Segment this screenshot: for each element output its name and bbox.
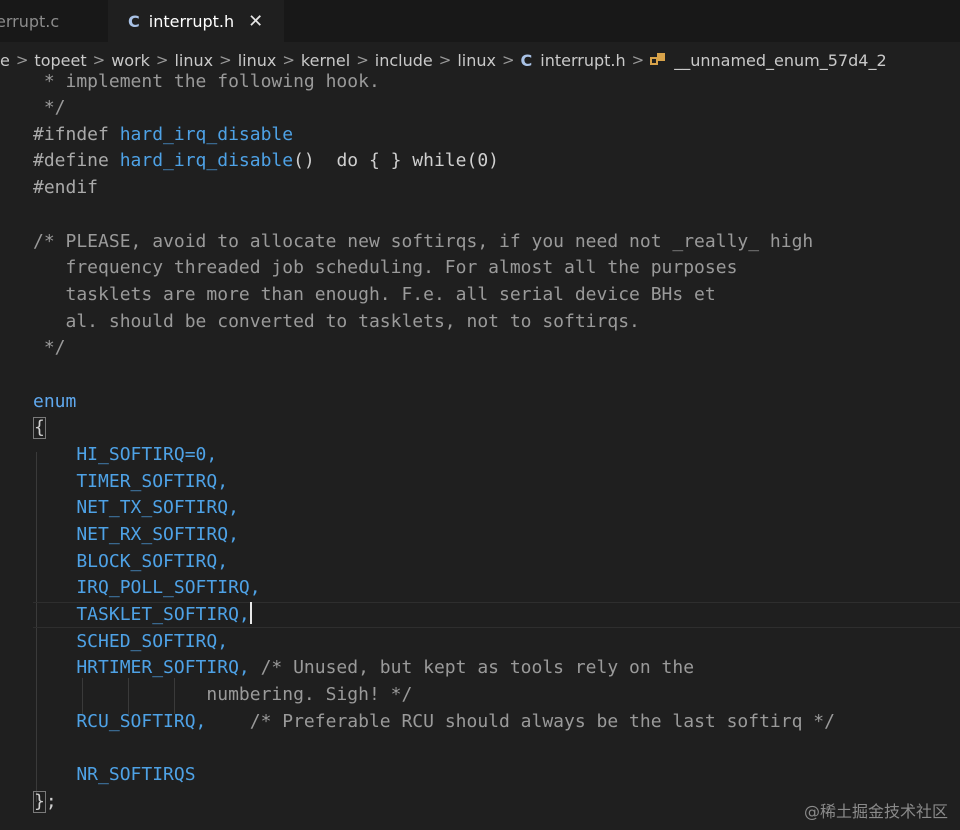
preprocessor-ifndef: #ifndef: [33, 124, 120, 145]
breadcrumb-item[interactable]: include: [375, 51, 433, 70]
code-line: NR_SOFTIRQS: [33, 764, 196, 785]
breadcrumb-item[interactable]: work: [111, 51, 150, 70]
tab-interrupt-h[interactable]: C interrupt.h ✕: [108, 0, 284, 42]
code-line: NET_TX_SOFTIRQ,: [33, 497, 239, 518]
chevron-right-icon: >: [155, 51, 169, 69]
code-line: TIMER_SOFTIRQ,: [33, 471, 229, 492]
code-line: al. should be converted to tasklets, not…: [33, 311, 640, 332]
enum-member: RCU_SOFTIRQ,: [33, 711, 250, 732]
chevron-right-icon: >: [631, 51, 645, 69]
breadcrumb-symbol[interactable]: __unnamed_enum_57d4_2: [650, 50, 887, 70]
breadcrumb-item[interactable]: kernel: [301, 51, 350, 70]
code-line: numbering. Sigh! */: [33, 684, 413, 705]
code-line: {: [33, 415, 46, 442]
breadcrumb-item[interactable]: linux: [457, 51, 496, 70]
tab-label: interrupt.h: [148, 11, 235, 31]
watermark: @稀土掘金技术社区: [803, 802, 948, 821]
chevron-right-icon: >: [15, 51, 29, 69]
code-line: BLOCK_SOFTIRQ,: [33, 551, 229, 572]
code-line: HRTIMER_SOFTIRQ, /* Unused, but kept as …: [33, 655, 694, 682]
code-line: IRQ_POLL_SOFTIRQ,: [33, 577, 261, 598]
code-line: /* PLEASE, avoid to allocate new softirq…: [33, 231, 814, 252]
close-icon[interactable]: ✕: [248, 11, 263, 32]
breadcrumb-item[interactable]: e: [0, 51, 10, 70]
chevron-right-icon: >: [356, 51, 369, 69]
chevron-right-icon: >: [282, 51, 295, 69]
enum-icon: [650, 53, 666, 67]
preprocessor-define: #define: [33, 150, 120, 171]
enum-member: HRTIMER_SOFTIRQ,: [33, 657, 261, 678]
code-token: () do { } while(0): [293, 150, 499, 171]
inline-comment: /* Preferable RCU should always be the l…: [249, 711, 835, 732]
breadcrumb-item[interactable]: linux: [174, 51, 213, 70]
breadcrumb-file-label: interrupt.h: [540, 50, 626, 70]
breadcrumb-item[interactable]: linux: [238, 51, 277, 70]
code-line: #endif: [33, 177, 99, 198]
code-line: #define hard_irq_disable() do { } while(…: [33, 148, 499, 175]
code-line-text: TASKLET_SOFTIRQ,: [33, 604, 250, 625]
inline-comment: /* Unused, but kept as tools rely on the: [260, 657, 695, 678]
code-line: tasklets are more than enough. F.e. all …: [33, 284, 716, 305]
code-line: SCHED_SOFTIRQ,: [33, 631, 229, 652]
code-line: * implement the following hook.: [33, 71, 380, 92]
code-line: RCU_SOFTIRQ, /* Preferable RCU should al…: [33, 709, 835, 736]
code-line: */: [33, 337, 66, 358]
code-line: #ifndef hard_irq_disable: [33, 122, 293, 149]
code-line: NET_RX_SOFTIRQ,: [33, 524, 239, 545]
matching-bracket: {: [33, 417, 46, 439]
chevron-right-icon: >: [219, 51, 232, 69]
code-line: HI_SOFTIRQ=0,: [33, 444, 218, 465]
code-line: */: [33, 97, 66, 118]
chevron-right-icon: >: [501, 51, 515, 69]
code-editor[interactable]: * implement the following hook. */ #ifnd…: [0, 71, 960, 830]
tab-label: errupt.c: [0, 11, 60, 31]
chevron-right-icon: >: [92, 51, 106, 69]
code-line: TASKLET_SOFTIRQ,: [33, 602, 252, 629]
c-file-icon: C: [520, 50, 533, 70]
macro-name: hard_irq_disable: [119, 150, 294, 171]
chevron-right-icon: >: [438, 51, 452, 69]
breadcrumb-symbol-label: __unnamed_enum_57d4_2: [674, 50, 887, 70]
matching-bracket: }: [33, 791, 46, 813]
code-line: };: [33, 791, 57, 813]
text-cursor: [249, 602, 252, 624]
code-line: enum: [33, 391, 77, 412]
tab-interrupt-c[interactable]: errupt.c: [0, 0, 108, 42]
c-file-icon: C: [128, 11, 140, 31]
macro-name: hard_irq_disable: [119, 124, 294, 145]
breadcrumb-file[interactable]: C interrupt.h: [521, 51, 626, 70]
breadcrumb-item[interactable]: topeet: [34, 51, 86, 70]
code-line: frequency threaded job scheduling. For a…: [33, 257, 738, 278]
tab-bar: errupt.c C interrupt.h ✕: [0, 0, 960, 42]
